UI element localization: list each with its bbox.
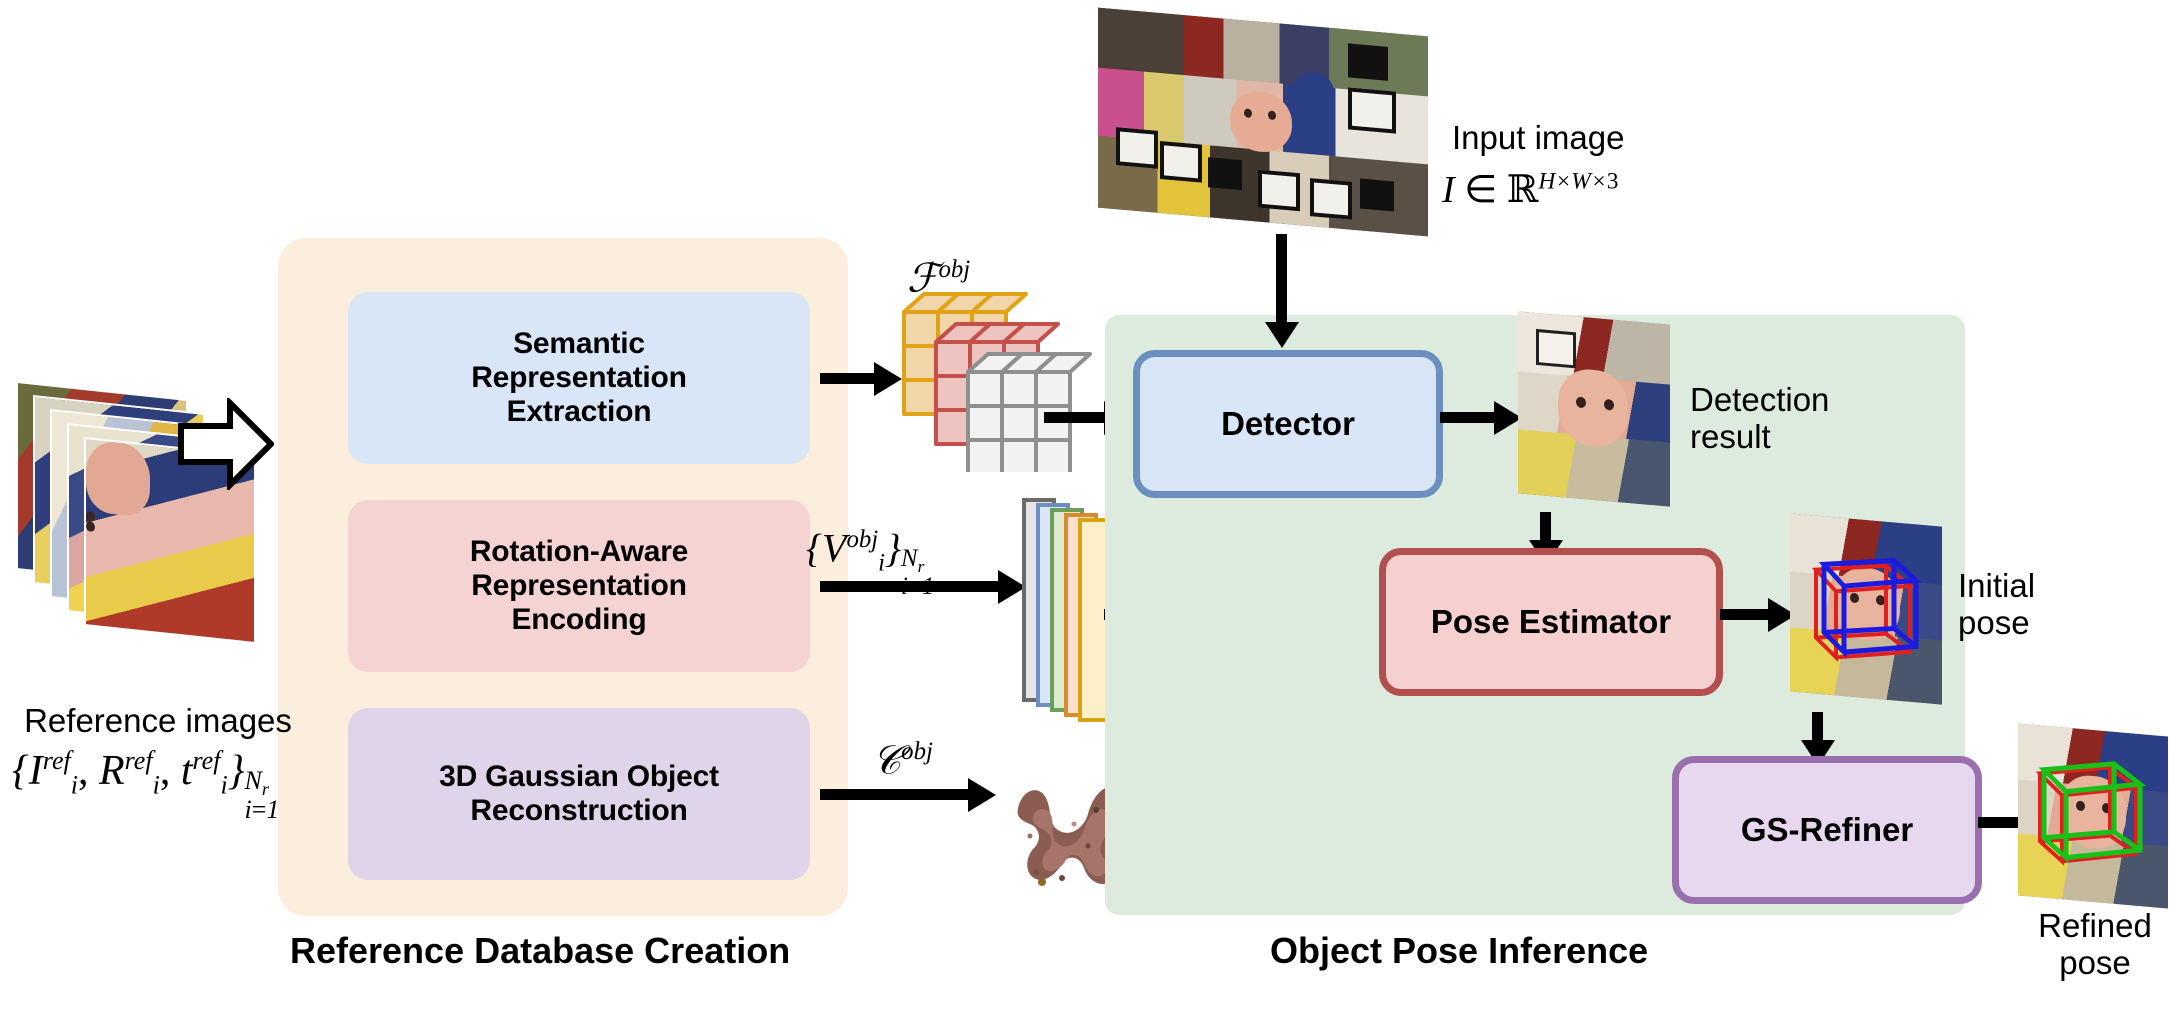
arrow-input-to-detector	[1276, 234, 1287, 324]
block-arrow-icon	[178, 395, 276, 493]
arrow-semantic-to-feature-cube	[820, 373, 876, 384]
arrow-detection-result-to-pose-estimator	[1540, 512, 1551, 542]
arrow-detector-to-detection-result	[1440, 412, 1496, 423]
stage-3d-gaussian-object-reconstruction[interactable]: 3D Gaussian Object Reconstruction	[348, 708, 810, 880]
refined-pose-photo	[2018, 723, 2168, 909]
detection-result-photo	[1518, 311, 1670, 507]
gaussian-symbol: 𝒞obj	[872, 737, 933, 784]
reference-images-formula: {Irefi, Rrefi, trefi} Nr i=1	[12, 746, 280, 825]
stage-label: 3D Gaussian Object Reconstruction	[439, 759, 719, 827]
input-image-photo	[1098, 7, 1428, 237]
stage-rotation-aware-representation-encoding[interactable]: Rotation-Aware Representation Encoding	[348, 500, 810, 672]
arrow-pose-estimator-to-initial-pose	[1720, 609, 1770, 620]
feature-cube-icon	[902, 272, 1092, 476]
pose-estimator-module[interactable]: Pose Estimator	[1379, 548, 1723, 696]
refined-pose-label: Refined pose	[2038, 907, 2152, 981]
input-image-formula: I ∈ ℝH×W×3	[1442, 167, 1619, 211]
left-section-caption: Reference Database Creation	[290, 930, 791, 971]
arrow-feature-cube-to-detector	[1044, 412, 1106, 423]
detector-label: Detector	[1221, 405, 1355, 442]
arrow-gaussian-to-pointcloud	[820, 789, 970, 800]
initial-pose-label: Initial pose	[1958, 567, 2036, 641]
gs-refiner-label: GS-Refiner	[1740, 811, 1914, 848]
reference-images-label: Reference images	[24, 702, 292, 739]
input-image-label: Input image	[1452, 119, 1625, 156]
initial-pose-photo	[1790, 513, 1942, 705]
stage-semantic-representation-extraction[interactable]: Semantic Representation Extraction	[348, 292, 810, 464]
detection-result-label: Detection result	[1690, 381, 1830, 455]
arrow-initial-pose-to-gs-refiner	[1812, 712, 1823, 742]
detector-module[interactable]: Detector	[1133, 350, 1443, 498]
pose-estimator-label: Pose Estimator	[1430, 603, 1672, 640]
gs-refiner-module[interactable]: GS-Refiner	[1672, 756, 1982, 904]
stage-label: Rotation-Aware Representation Encoding	[469, 534, 689, 637]
right-section-caption: Object Pose Inference	[1270, 930, 1649, 971]
stage-label: Semantic Representation Extraction	[471, 326, 687, 429]
view-vectors-symbol: {Vobji} Nr i=1	[806, 525, 935, 601]
